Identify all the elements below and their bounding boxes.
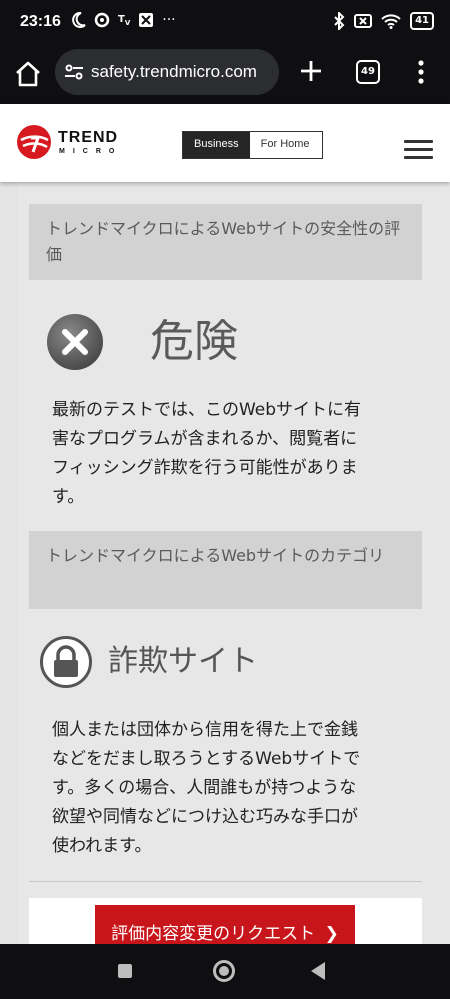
- chevron-right-icon: ❯: [324, 924, 339, 944]
- site-settings-icon[interactable]: [64, 63, 84, 81]
- danger-x-icon: [47, 314, 103, 370]
- system-nav-bar: [0, 944, 450, 999]
- lock-icon: [40, 636, 92, 688]
- status-time: 23:16: [20, 13, 61, 30]
- bluetooth-icon: [334, 12, 345, 30]
- page-content: トレンドマイクロによるWebサイトの安全性の評価 危険 最新のテストでは、このW…: [0, 182, 450, 944]
- status-bar: 23:16 TV ··· 41: [0, 0, 450, 44]
- new-tab-icon[interactable]: [298, 58, 324, 84]
- tv-icon: TV: [118, 13, 131, 27]
- rating-label: 危険: [150, 316, 238, 367]
- status-left-icons: TV ···: [72, 12, 176, 28]
- address-bar[interactable]: safety.trendmicro.com: [55, 49, 279, 95]
- logo-subtext: MICRO: [59, 148, 123, 155]
- rating-description: 最新のテストでは、このWebサイトに有害なプログラムが含まれるか、閲覧者にフィッ…: [52, 400, 362, 507]
- back-button-icon[interactable]: [311, 962, 325, 980]
- category-description: 個人または団体から信用を得た上で金銭などをだまし取ろうとするWebサイトです。多…: [52, 720, 361, 856]
- trend-micro-logo-icon: [17, 125, 51, 159]
- wifi-icon: [381, 14, 401, 29]
- tab-switcher-button[interactable]: 49: [356, 60, 380, 84]
- battery-indicator: 41: [410, 12, 434, 30]
- sync-icon: [94, 12, 110, 28]
- status-right-icons: 41: [333, 12, 434, 30]
- category-label: 詐欺サイト: [108, 644, 258, 679]
- category-heading: トレンドマイクロによるWebサイトのカテゴリ: [29, 531, 422, 609]
- recents-button-icon[interactable]: [118, 964, 132, 978]
- segment-business[interactable]: Business: [183, 132, 250, 158]
- app-notification-icon: [139, 13, 154, 27]
- more-notifications-icon: ···: [162, 12, 176, 28]
- request-button-label: 評価内容変更のリクエスト: [111, 924, 316, 944]
- audience-switcher: Business For Home: [182, 131, 323, 159]
- browser-toolbar: safety.trendmicro.com 49: [0, 44, 450, 104]
- moon-icon: [72, 12, 86, 28]
- page-left-margin: [0, 182, 18, 944]
- url-text: safety.trendmicro.com: [91, 62, 257, 81]
- section-divider: [29, 881, 422, 882]
- home-button-icon[interactable]: [213, 960, 235, 982]
- no-sim-icon: [354, 14, 373, 28]
- request-reevaluation-button[interactable]: 評価内容変更のリクエスト ❯: [95, 905, 355, 944]
- hamburger-menu-icon[interactable]: [404, 140, 433, 160]
- safety-rating-heading: トレンドマイクロによるWebサイトの安全性の評価: [29, 204, 422, 280]
- logo-wordmark: TREND: [58, 129, 119, 146]
- trend-micro-logo[interactable]: TREND MICRO: [16, 124, 126, 164]
- more-menu-icon[interactable]: [416, 60, 426, 84]
- site-header: TREND MICRO Business For Home: [0, 104, 450, 182]
- segment-for-home[interactable]: For Home: [249, 132, 322, 158]
- home-icon[interactable]: [14, 60, 42, 88]
